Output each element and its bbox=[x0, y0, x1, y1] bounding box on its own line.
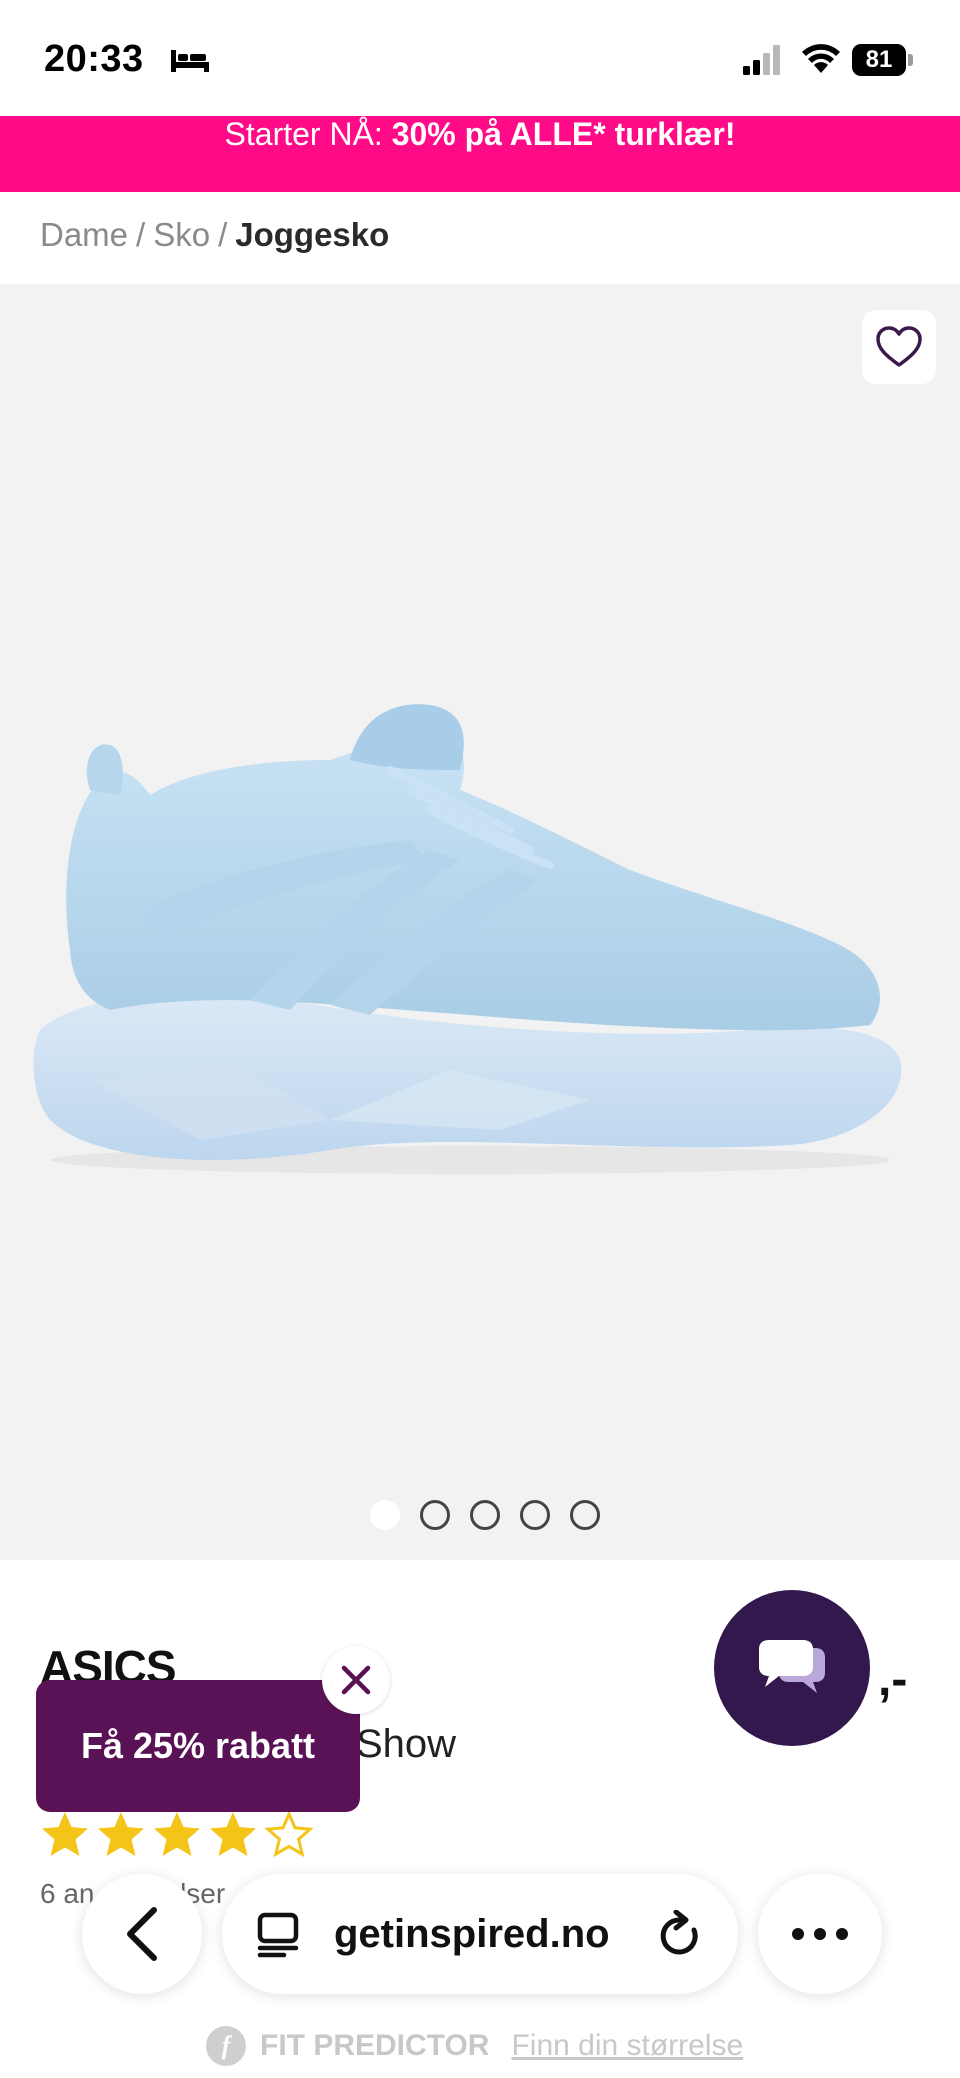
breadcrumb-item-sko[interactable]: Sko bbox=[153, 216, 210, 253]
breadcrumb-separator: / bbox=[136, 216, 146, 253]
discount-popup-button[interactable]: Få 25% rabatt bbox=[36, 1680, 360, 1812]
more-options-button[interactable] bbox=[758, 1874, 882, 1994]
breadcrumb-separator: / bbox=[218, 216, 228, 253]
tabs-icon bbox=[257, 1912, 299, 1958]
gallery-dot[interactable] bbox=[420, 1500, 450, 1530]
gallery-dot[interactable] bbox=[520, 1500, 550, 1530]
heart-icon bbox=[876, 326, 922, 367]
product-image-shoe bbox=[33, 704, 902, 1174]
more-dot bbox=[792, 1928, 804, 1940]
battery-cap bbox=[908, 54, 913, 66]
product-price: ,- bbox=[878, 1653, 908, 1706]
gallery-pagination bbox=[0, 1500, 960, 1532]
breadcrumb: Dame / Sko / Joggesko bbox=[40, 216, 389, 254]
fit-predictor-logo-icon: f bbox=[206, 2026, 246, 2066]
more-dot bbox=[836, 1928, 848, 1940]
product-name: Show bbox=[356, 1722, 457, 1766]
back-button[interactable] bbox=[82, 1874, 202, 1994]
gallery-dot-active[interactable] bbox=[370, 1500, 400, 1530]
browser-toolbar: getinspired.no bbox=[0, 1850, 960, 2010]
battery-indicator: 81 bbox=[852, 44, 914, 76]
discount-close-button[interactable] bbox=[322, 1646, 390, 1714]
gallery-dot[interactable] bbox=[470, 1500, 500, 1530]
chat-bubbles-icon bbox=[759, 1640, 825, 1693]
battery-level: 81 bbox=[852, 44, 906, 76]
chat-button[interactable] bbox=[714, 1590, 870, 1746]
wifi-icon bbox=[802, 44, 840, 73]
status-time: 20:33 bbox=[44, 38, 144, 80]
fit-predictor[interactable]: f FIT PREDICTOR Finn din størrelse bbox=[206, 2026, 743, 2066]
promo-prefix: Starter NÅ: bbox=[224, 116, 392, 152]
address-bar-url: getinspired.no bbox=[334, 1912, 610, 1956]
promo-highlight: 30% på ALLE* turklær! bbox=[391, 116, 736, 152]
bed-icon bbox=[171, 50, 209, 72]
promo-banner[interactable]: Starter NÅ: 30% på ALLE* turklær! bbox=[0, 116, 960, 192]
favorite-button[interactable] bbox=[862, 310, 936, 384]
close-icon bbox=[341, 1665, 371, 1695]
fit-predictor-label: FIT PREDICTOR bbox=[260, 2029, 490, 2062]
more-dot bbox=[814, 1928, 826, 1940]
fit-predictor-link[interactable]: Finn din størrelse bbox=[511, 2029, 743, 2063]
status-bar: 20:33 81 bbox=[0, 0, 960, 116]
cellular-signal-icon bbox=[743, 45, 780, 75]
chevron-left-icon bbox=[127, 1907, 157, 1961]
address-bar[interactable]: getinspired.no bbox=[222, 1874, 738, 1994]
breadcrumb-current: Joggesko bbox=[235, 216, 390, 253]
breadcrumb-item-dame[interactable]: Dame bbox=[40, 216, 128, 253]
reload-icon[interactable] bbox=[656, 1910, 704, 1960]
gallery-dot[interactable] bbox=[570, 1500, 600, 1530]
